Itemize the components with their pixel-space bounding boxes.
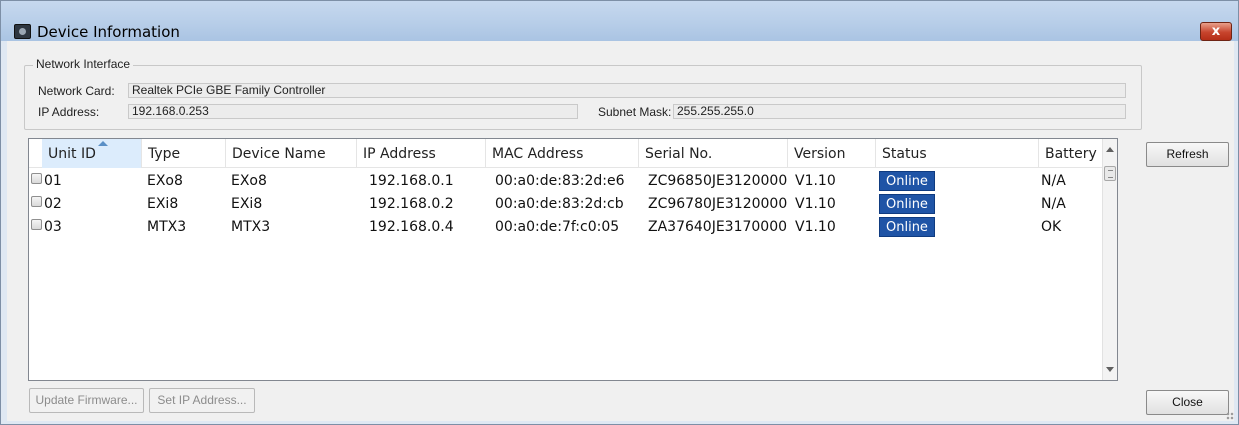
scroll-up-icon[interactable] [1106, 147, 1114, 152]
column-header-type[interactable]: Type [142, 139, 226, 168]
column-header-device-name[interactable]: Device Name [226, 139, 357, 168]
row-checkbox[interactable] [31, 219, 42, 230]
column-header-battery[interactable]: Battery [1039, 139, 1102, 168]
battery-cell: N/A [1041, 173, 1066, 189]
subnet-mask-label: Subnet Mask: [598, 105, 672, 119]
device-list-header: Unit ID Type Device Name IP Address MAC … [29, 139, 1102, 168]
column-header-version[interactable]: Version [788, 139, 876, 168]
app-icon [14, 24, 31, 39]
column-header-serial-no[interactable]: Serial No. [639, 139, 788, 168]
table-row[interactable]: 01 EXo8 EXo8 192.168.0.1 00:a0:de:83:2d:… [29, 170, 1102, 193]
unit-id-cell: 03 [44, 219, 62, 235]
row-checkbox[interactable] [31, 173, 42, 184]
status-badge: Online [879, 194, 935, 214]
device-name-cell: MTX3 [231, 219, 271, 235]
subnet-mask-field: 255.255.255.0 [673, 104, 1126, 119]
serial-no-cell: ZC96850JE3120000 [648, 173, 788, 189]
set-ip-address-button[interactable]: Set IP Address... [149, 388, 255, 413]
vertical-scrollbar[interactable] [1102, 139, 1117, 380]
type-cell: MTX3 [147, 219, 187, 235]
column-header-ip-address[interactable]: IP Address [357, 139, 486, 168]
update-firmware-button[interactable]: Update Firmware... [29, 388, 144, 413]
column-header-unit-id[interactable]: Unit ID [42, 139, 142, 168]
version-cell: V1.10 [795, 196, 836, 212]
device-name-cell: EXo8 [231, 173, 267, 189]
device-list[interactable]: Unit ID Type Device Name IP Address MAC … [28, 138, 1118, 381]
window-title: Device Information [37, 23, 180, 41]
mac-address-cell: 00:a0:de:83:2d:cb [495, 196, 624, 212]
serial-no-cell: ZC96780JE3120000 [648, 196, 788, 212]
scroll-down-icon[interactable] [1106, 367, 1114, 372]
mac-address-cell: 00:a0:de:7f:c0:05 [495, 219, 620, 235]
table-row[interactable]: 02 EXi8 EXi8 192.168.0.2 00:a0:de:83:2d:… [29, 193, 1102, 216]
type-cell: EXo8 [147, 173, 183, 189]
unit-id-cell: 02 [44, 196, 62, 212]
type-cell: EXi8 [147, 196, 179, 212]
version-cell: V1.10 [795, 219, 836, 235]
resize-grip-icon[interactable] [1226, 412, 1234, 420]
column-header-status[interactable]: Status [876, 139, 1039, 168]
serial-no-cell: ZA37640JE3170000 [648, 219, 788, 235]
device-information-window: Device Information x Network Interface N… [0, 0, 1239, 425]
scroll-thumb[interactable] [1104, 166, 1116, 181]
mac-address-cell: 00:a0:de:83:2d:e6 [495, 173, 625, 189]
title-bar[interactable]: Device Information x [1, 1, 1238, 41]
row-checkbox[interactable] [31, 196, 42, 207]
ip-address-label: IP Address: [38, 105, 100, 119]
network-card-label: Network Card: [38, 84, 115, 98]
network-interface-legend: Network Interface [33, 57, 134, 71]
network-card-field: Realtek PCIe GBE Family Controller [128, 83, 1126, 98]
table-row[interactable]: 03 MTX3 MTX3 192.168.0.4 00:a0:de:7f:c0:… [29, 216, 1102, 239]
ip-address-field: 192.168.0.253 [128, 104, 578, 119]
status-badge: Online [879, 171, 935, 191]
device-name-cell: EXi8 [231, 196, 263, 212]
ip-address-cell: 192.168.0.2 [369, 196, 454, 212]
close-button[interactable]: Close [1146, 390, 1229, 415]
battery-cell: OK [1041, 219, 1062, 235]
refresh-button[interactable]: Refresh [1146, 142, 1229, 167]
battery-cell: N/A [1041, 196, 1066, 212]
status-badge: Online [879, 217, 935, 237]
column-header-mac-address[interactable]: MAC Address [486, 139, 639, 168]
window-close-button[interactable]: x [1200, 22, 1232, 41]
unit-id-cell: 01 [44, 173, 62, 189]
ip-address-cell: 192.168.0.1 [369, 173, 454, 189]
version-cell: V1.10 [795, 173, 836, 189]
ip-address-cell: 192.168.0.4 [369, 219, 454, 235]
sort-ascending-icon [98, 141, 108, 146]
